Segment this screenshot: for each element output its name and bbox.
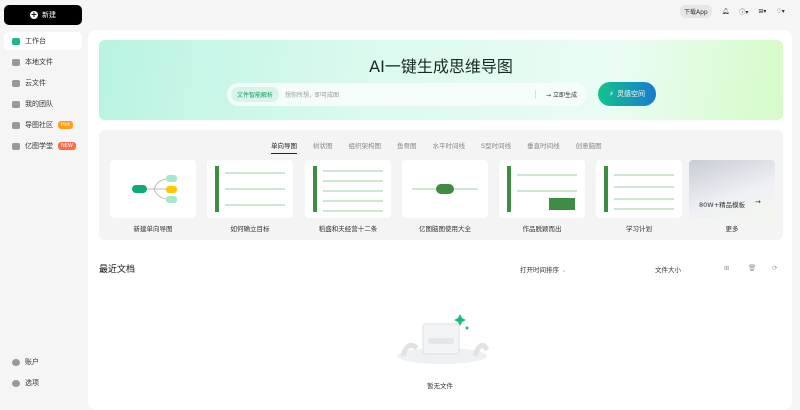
template-card-guide[interactable]	[402, 160, 488, 218]
template-card-works[interactable]	[499, 160, 585, 218]
file-size-header[interactable]: 文件大小	[655, 264, 681, 274]
ai-search-box[interactable]: 文件智能解析 想你所想，即可成图 → 立即生成	[227, 83, 587, 106]
download-app-button[interactable]: 下载App	[680, 5, 712, 18]
sidebar-item-community[interactable]: 导图社区 Hot	[4, 116, 82, 134]
tab-h-timeline[interactable]: 水平时间线	[433, 140, 466, 154]
ai-banner: AI一键生成思维导图 文件智能解析 想你所想，即可成图 → 立即生成 ⚡ 灵感空间	[99, 40, 783, 120]
new-badge: NEW	[58, 142, 76, 150]
grid-view-icon[interactable]: ⊞	[724, 264, 729, 272]
banner-title: AI一键生成思维导图	[369, 57, 513, 76]
tab-org[interactable]: 组织架构图	[349, 140, 382, 154]
bell-icon[interactable]: 🔔︎	[722, 8, 730, 15]
empty-state-text: 暂无文件	[427, 382, 453, 390]
empty-box-illustration	[397, 314, 490, 364]
workbench-icon	[12, 37, 20, 45]
refresh-icon[interactable]: ⟳	[772, 264, 777, 272]
template-card-goal[interactable]	[207, 160, 293, 218]
template-card-study[interactable]	[596, 160, 682, 218]
sidebar-item-cloud-files[interactable]: 云文件	[4, 74, 82, 92]
template-card-inamori[interactable]	[305, 160, 391, 218]
tab-mindmap[interactable]: 单向导图	[271, 140, 297, 154]
sidebar-item-workbench[interactable]: 工作台	[4, 32, 82, 50]
help-icon[interactable]: ⓘ▾	[739, 7, 748, 16]
tab-v-timeline[interactable]: 垂直时间线	[527, 140, 560, 154]
tab-creative[interactable]: 创意脑图	[576, 140, 602, 154]
tab-fishbone[interactable]: 鱼骨图	[397, 140, 417, 154]
cloud-icon	[12, 79, 20, 87]
skin-icon[interactable]: ♡▾	[776, 8, 784, 15]
tab-s-timeline[interactable]: S型时间线	[481, 140, 511, 154]
sidebar-item-academy[interactable]: 亿图学堂 NEW	[4, 137, 82, 155]
apps-icon[interactable]: ⊞▾	[758, 8, 766, 15]
chevron-down-icon: ⌄	[561, 266, 567, 274]
user-icon	[12, 358, 20, 366]
hot-badge: Hot	[58, 121, 73, 129]
sort-dropdown[interactable]: 打开时间排序 ⌄	[520, 264, 567, 274]
sidebar-item-team[interactable]: 我的团队	[4, 95, 82, 113]
sidebar-item-local-files[interactable]: 本地文件	[4, 53, 82, 71]
inspire-button[interactable]: ⚡ 灵感空间	[598, 82, 656, 106]
plus-icon: +	[30, 10, 38, 19]
account-button[interactable]: 账户	[4, 353, 82, 371]
chat-icon	[12, 121, 20, 129]
recent-docs-title: 最近文档	[99, 265, 136, 275]
new-button[interactable]: + 新建	[4, 5, 82, 25]
template-panel: 单向导图 树状图 组织架构图 鱼骨图 水平时间线 S型时间线 垂直时间线 创意脑…	[99, 130, 783, 240]
mindmap-icon	[132, 175, 177, 203]
folder-icon	[12, 58, 20, 66]
lightning-icon: ⚡	[609, 90, 614, 98]
arrow-right-icon: →	[546, 92, 553, 99]
arrow-right-icon: →	[755, 198, 761, 206]
generate-button[interactable]: → 立即生成	[535, 90, 587, 99]
trash-icon[interactable]: 🗑︎	[748, 264, 756, 272]
file-parse-button[interactable]: 文件智能解析	[231, 87, 280, 102]
tab-tree[interactable]: 树状图	[313, 140, 333, 154]
template-card-new[interactable]	[110, 160, 196, 218]
graduation-icon	[12, 142, 20, 150]
ai-prompt-input[interactable]: 想你所想，即可成图	[285, 90, 535, 99]
team-icon	[12, 100, 20, 108]
template-card-more[interactable]: 80W+精品模板 →	[689, 160, 775, 218]
